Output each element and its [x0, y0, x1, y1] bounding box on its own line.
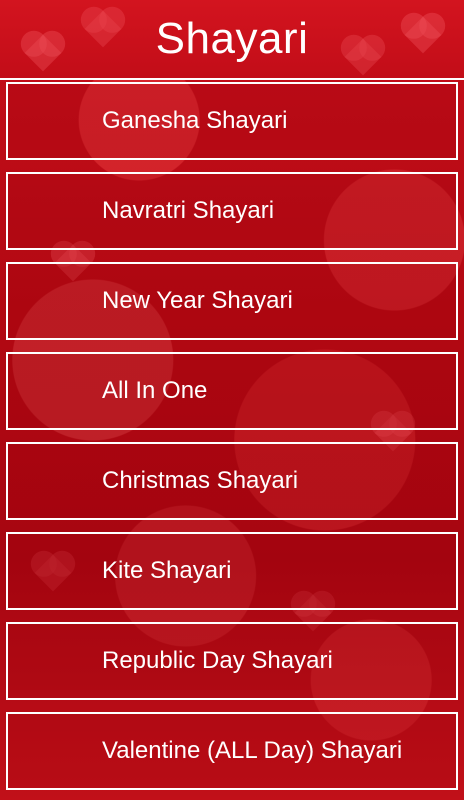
menu-item-navratri[interactable]: Navratri Shayari — [6, 172, 458, 250]
menu-item-label: Christmas Shayari — [102, 467, 299, 494]
heart-decoration-icon — [84, 10, 122, 48]
menu-item-valentine[interactable]: Valentine (ALL Day) Shayari — [6, 712, 458, 790]
menu-item-label: Navratri Shayari — [102, 197, 275, 224]
menu-item-new-year[interactable]: New Year Shayari — [6, 262, 458, 340]
menu-item-label: New Year Shayari — [102, 287, 293, 314]
menu-item-christmas[interactable]: Christmas Shayari — [6, 442, 458, 520]
menu-item-all-in-one[interactable]: All In One — [6, 352, 458, 430]
heart-decoration-icon — [24, 34, 62, 72]
menu-item-label: All In One — [102, 377, 208, 404]
shayari-menu: Ganesha Shayari Navratri Shayari New Yea… — [6, 82, 458, 800]
menu-item-label: Republic Day Shayari — [102, 647, 333, 674]
menu-item-label: Kite Shayari — [102, 557, 232, 584]
menu-item-label: Ganesha Shayari — [102, 107, 288, 134]
menu-item-label: Valentine (ALL Day) Shayari — [102, 737, 403, 764]
menu-item-kite[interactable]: Kite Shayari — [6, 532, 458, 610]
heart-decoration-icon — [404, 16, 442, 54]
menu-item-republic-day[interactable]: Republic Day Shayari — [6, 622, 458, 700]
menu-item-ganesha[interactable]: Ganesha Shayari — [6, 82, 458, 160]
app-header: Shayari — [0, 0, 464, 80]
app-screen: Shayari Ganesha Shayari Navratri Shayari… — [0, 0, 464, 800]
page-title: Shayari — [155, 14, 309, 63]
heart-decoration-icon — [344, 38, 382, 76]
